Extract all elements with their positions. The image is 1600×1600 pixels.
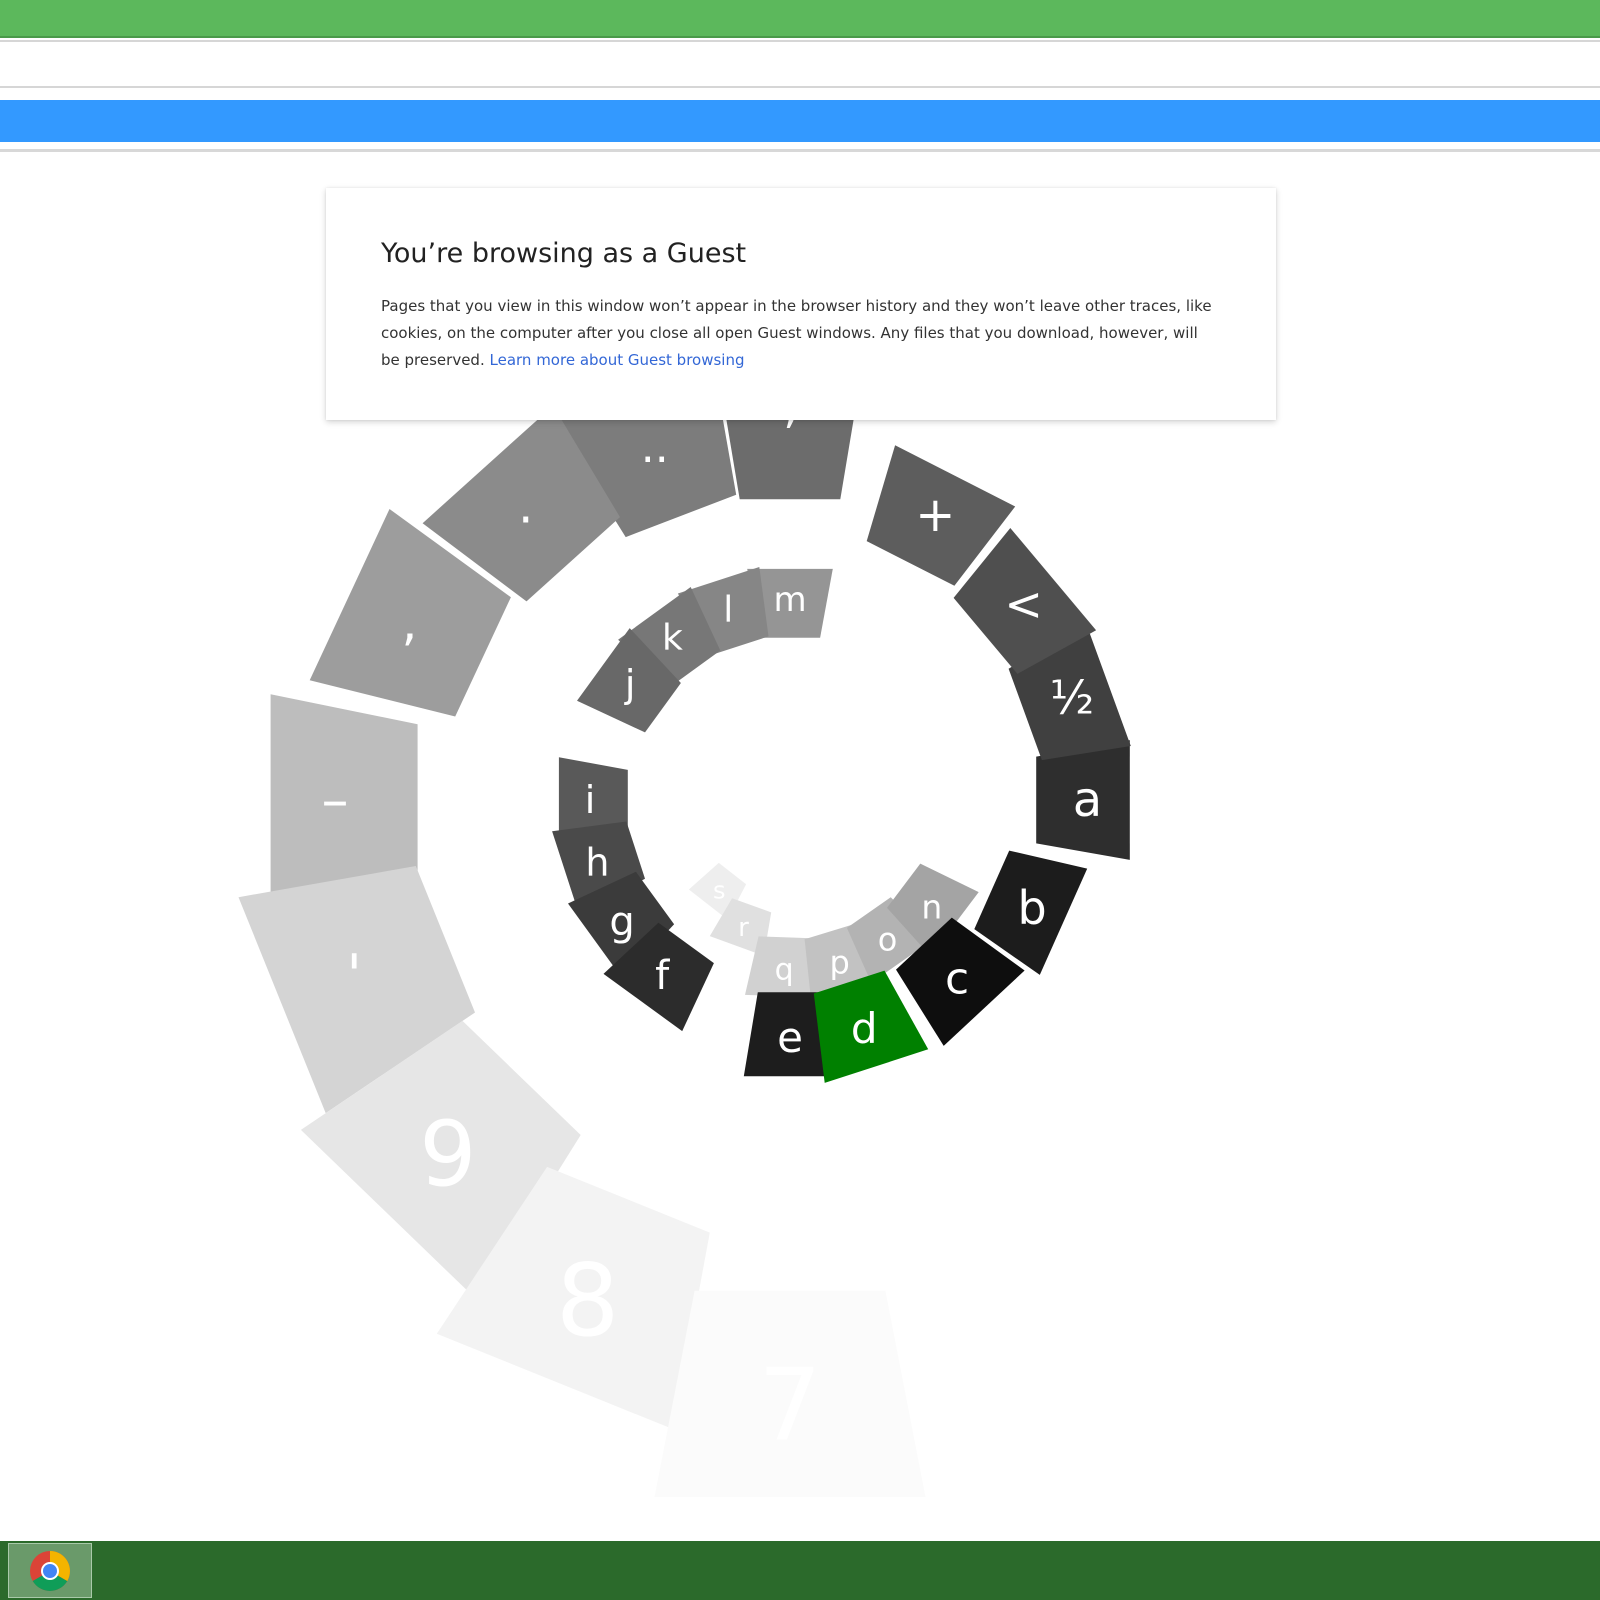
key-21-label: + <box>915 487 955 543</box>
guest-description: Pages that you view in this window won’t… <box>381 293 1216 374</box>
key-10-label: i <box>585 778 596 822</box>
key-4-label: o <box>878 920 898 958</box>
key-20-label: < <box>1004 577 1043 631</box>
key-5-label: n <box>921 887 942 926</box>
taskbar-chrome-button[interactable] <box>8 1543 92 1598</box>
key-27-label: ' <box>346 944 361 1009</box>
key-9-label: j <box>624 662 636 706</box>
key-8-label: k <box>662 618 683 659</box>
key-29-label: 8 <box>556 1242 620 1359</box>
key-16-label: c <box>945 954 969 1005</box>
key-3-label: p <box>830 944 850 982</box>
key-28-label: 9 <box>419 1102 476 1207</box>
key-17-label: b <box>1017 881 1046 935</box>
key-18-label: a <box>1073 772 1102 828</box>
key-14-label: e <box>777 1013 803 1062</box>
key-23-label: .. <box>641 422 669 473</box>
key-11-label: h <box>585 841 609 885</box>
key-6-label: m <box>773 580 806 620</box>
key-25-label: , <box>401 594 417 652</box>
taskbar <box>0 1541 1600 1600</box>
guest-browsing-card: You’re browsing as a Guest Pages that yo… <box>326 188 1276 420</box>
key-13-label: f <box>655 953 670 999</box>
key-30-label: 7 <box>758 1347 822 1464</box>
learn-more-guest-link[interactable]: Learn more about Guest browsing <box>490 351 745 369</box>
key-7-label: l <box>723 589 733 630</box>
key-12-label: g <box>609 899 634 945</box>
key-26-label: – <box>322 769 349 832</box>
guest-title: You’re browsing as a Guest <box>381 238 747 269</box>
key-19-label: ½ <box>1050 670 1095 724</box>
chrome-icon <box>30 1550 70 1591</box>
key-24-label: . <box>518 479 533 535</box>
key-1-label: r <box>738 913 749 943</box>
key-0-label: s <box>713 877 726 905</box>
key-2-label: q <box>775 952 794 987</box>
key-15-label: d <box>851 1004 878 1053</box>
